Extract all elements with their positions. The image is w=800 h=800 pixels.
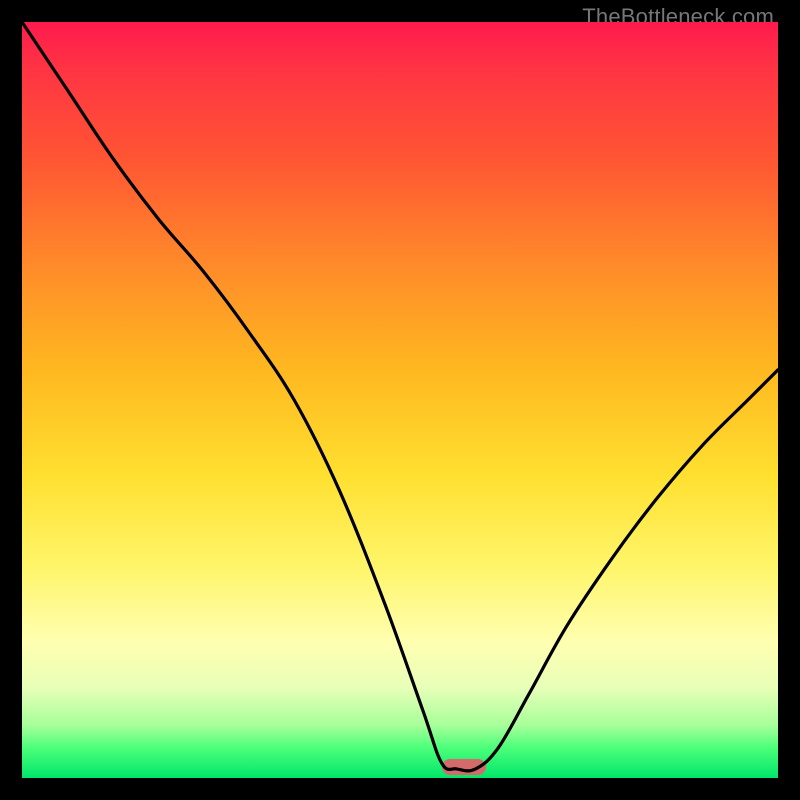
plot-area bbox=[22, 22, 778, 778]
curve-path bbox=[22, 22, 778, 771]
chart-frame: TheBottleneck.com bbox=[0, 0, 800, 800]
bottleneck-curve bbox=[22, 22, 778, 778]
